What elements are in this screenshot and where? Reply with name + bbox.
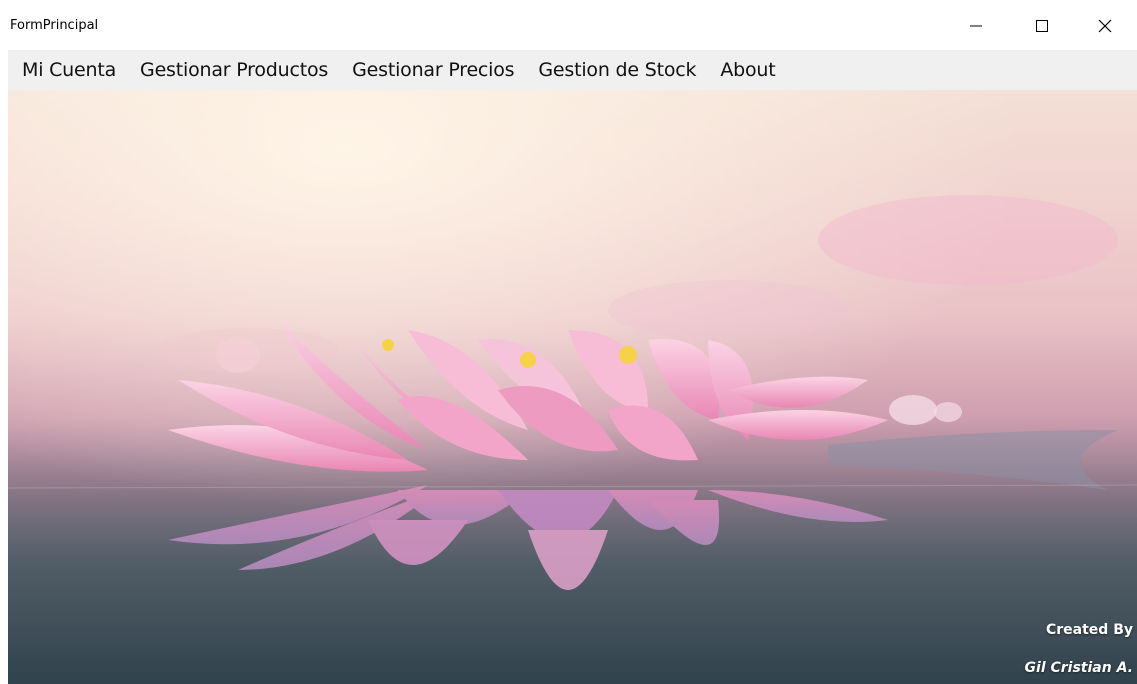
menu-item-mi-cuenta[interactable]: Mi Cuenta xyxy=(8,50,128,90)
close-icon xyxy=(1098,19,1112,33)
menu-bar: Mi Cuenta Gestionar Productos Gestionar … xyxy=(8,50,1137,90)
window-title: FormPrincipal xyxy=(10,18,99,33)
maximize-icon xyxy=(1036,20,1048,32)
minimize-button[interactable] xyxy=(953,6,999,46)
menu-item-gestion-de-stock[interactable]: Gestion de Stock xyxy=(526,50,708,90)
maximize-button[interactable] xyxy=(1019,6,1065,46)
title-bar[interactable]: FormPrincipal xyxy=(0,0,1137,50)
lotus-illustration xyxy=(8,90,1137,684)
menu-item-gestionar-precios[interactable]: Gestionar Precios xyxy=(340,50,526,90)
menu-item-about[interactable]: About xyxy=(708,50,787,90)
menu-item-gestionar-productos[interactable]: Gestionar Productos xyxy=(128,50,340,90)
background-image: Created By Gil Cristian A. xyxy=(8,90,1137,684)
close-button[interactable] xyxy=(1082,6,1128,46)
author-name: Gil Cristian A. xyxy=(1024,660,1133,676)
app-window: FormPrincipal Mi Cuenta Gestionar Produc… xyxy=(0,0,1137,684)
minimize-icon xyxy=(970,20,982,32)
credit-label: Created By xyxy=(1045,622,1133,638)
